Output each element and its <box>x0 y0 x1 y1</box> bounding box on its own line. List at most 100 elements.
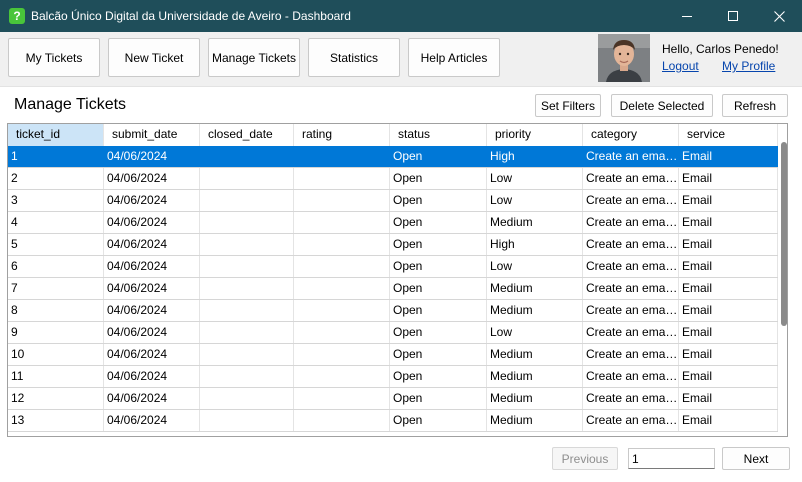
cell-service[interactable]: Email <box>679 278 778 299</box>
cell-status[interactable]: Open <box>390 234 487 255</box>
table-row[interactable]: 10 04/06/2024 Open Medium Create an email ..… <box>8 344 778 366</box>
cell-service[interactable]: Email <box>679 388 778 409</box>
next-page-button[interactable]: Next <box>722 447 790 470</box>
nav-manage-tickets-button[interactable]: Manage Tickets <box>208 38 300 77</box>
cell-category[interactable]: Create an email ... <box>583 344 679 365</box>
cell-rating[interactable] <box>294 300 390 321</box>
cell-category[interactable]: Create an email ... <box>583 300 679 321</box>
cell-ticket-id[interactable]: 9 <box>8 322 104 343</box>
cell-service[interactable]: Email <box>679 190 778 211</box>
cell-submit-date[interactable]: 04/06/2024 <box>104 190 200 211</box>
table-row[interactable]: 13 04/06/2024 Open Medium Create an email ..… <box>8 410 778 432</box>
cell-category[interactable]: Create an email ... <box>583 366 679 387</box>
cell-category[interactable]: Create an email ... <box>583 322 679 343</box>
cell-closed-date[interactable] <box>200 410 294 431</box>
cell-ticket-id[interactable]: 8 <box>8 300 104 321</box>
cell-closed-date[interactable] <box>200 234 294 255</box>
delete-selected-button[interactable]: Delete Selected <box>611 94 713 117</box>
cell-priority[interactable]: Low <box>487 168 583 189</box>
maximize-button[interactable] <box>710 0 756 32</box>
column-header-status[interactable]: status <box>390 124 487 146</box>
cell-category[interactable]: Create an email ... <box>583 190 679 211</box>
cell-ticket-id[interactable]: 1 <box>8 146 104 167</box>
cell-rating[interactable] <box>294 190 390 211</box>
tickets-table[interactable]: ticket_id submit_date closed_date rating… <box>7 123 788 437</box>
cell-closed-date[interactable] <box>200 212 294 233</box>
previous-page-button[interactable]: Previous <box>552 447 618 470</box>
cell-submit-date[interactable]: 04/06/2024 <box>104 234 200 255</box>
cell-service[interactable]: Email <box>679 366 778 387</box>
cell-priority[interactable]: Low <box>487 322 583 343</box>
cell-closed-date[interactable] <box>200 322 294 343</box>
cell-status[interactable]: Open <box>390 300 487 321</box>
cell-rating[interactable] <box>294 344 390 365</box>
cell-priority[interactable]: Medium <box>487 366 583 387</box>
cell-status[interactable]: Open <box>390 344 487 365</box>
cell-closed-date[interactable] <box>200 344 294 365</box>
cell-ticket-id[interactable]: 12 <box>8 388 104 409</box>
cell-submit-date[interactable]: 04/06/2024 <box>104 168 200 189</box>
column-header-closed-date[interactable]: closed_date <box>200 124 294 146</box>
cell-priority[interactable]: Low <box>487 256 583 277</box>
cell-priority[interactable]: Low <box>487 190 583 211</box>
nav-statistics-button[interactable]: Statistics <box>308 38 400 77</box>
cell-category[interactable]: Create an email ... <box>583 146 679 167</box>
my-profile-link[interactable]: My Profile <box>722 59 775 73</box>
minimize-button[interactable] <box>664 0 710 32</box>
cell-status[interactable]: Open <box>390 146 487 167</box>
cell-status[interactable]: Open <box>390 256 487 277</box>
cell-rating[interactable] <box>294 278 390 299</box>
cell-ticket-id[interactable]: 5 <box>8 234 104 255</box>
table-row[interactable]: 5 04/06/2024 Open High Create an email ... Em… <box>8 234 778 256</box>
cell-priority[interactable]: Medium <box>487 300 583 321</box>
cell-status[interactable]: Open <box>390 168 487 189</box>
cell-category[interactable]: Create an email ... <box>583 234 679 255</box>
table-row[interactable]: 12 04/06/2024 Open Medium Create an email ..… <box>8 388 778 410</box>
cell-category[interactable]: Create an email ... <box>583 212 679 233</box>
close-button[interactable] <box>756 0 802 32</box>
cell-service[interactable]: Email <box>679 322 778 343</box>
cell-closed-date[interactable] <box>200 278 294 299</box>
column-header-rating[interactable]: rating <box>294 124 390 146</box>
table-row[interactable]: 7 04/06/2024 Open Medium Create an email ...… <box>8 278 778 300</box>
cell-closed-date[interactable] <box>200 190 294 211</box>
cell-submit-date[interactable]: 04/06/2024 <box>104 146 200 167</box>
cell-status[interactable]: Open <box>390 322 487 343</box>
nav-help-articles-button[interactable]: Help Articles <box>408 38 500 77</box>
cell-submit-date[interactable]: 04/06/2024 <box>104 278 200 299</box>
cell-closed-date[interactable] <box>200 256 294 277</box>
cell-rating[interactable] <box>294 410 390 431</box>
cell-ticket-id[interactable]: 6 <box>8 256 104 277</box>
cell-priority[interactable]: Medium <box>487 278 583 299</box>
cell-service[interactable]: Email <box>679 212 778 233</box>
table-row[interactable]: 4 04/06/2024 Open Medium Create an email ...… <box>8 212 778 234</box>
column-header-category[interactable]: category <box>583 124 679 146</box>
cell-rating[interactable] <box>294 146 390 167</box>
cell-service[interactable]: Email <box>679 234 778 255</box>
nav-new-ticket-button[interactable]: New Ticket <box>108 38 200 77</box>
cell-ticket-id[interactable]: 7 <box>8 278 104 299</box>
cell-submit-date[interactable]: 04/06/2024 <box>104 388 200 409</box>
table-row[interactable]: 6 04/06/2024 Open Low Create an email ... Ema… <box>8 256 778 278</box>
logout-link[interactable]: Logout <box>662 59 699 73</box>
set-filters-button[interactable]: Set Filters <box>535 94 601 117</box>
cell-service[interactable]: Email <box>679 168 778 189</box>
cell-submit-date[interactable]: 04/06/2024 <box>104 366 200 387</box>
cell-submit-date[interactable]: 04/06/2024 <box>104 300 200 321</box>
table-row[interactable]: 2 04/06/2024 Open Low Create an email ... Ema… <box>8 168 778 190</box>
nav-my-tickets-button[interactable]: My Tickets <box>8 38 100 77</box>
cell-ticket-id[interactable]: 13 <box>8 410 104 431</box>
cell-status[interactable]: Open <box>390 410 487 431</box>
cell-status[interactable]: Open <box>390 388 487 409</box>
cell-category[interactable]: Create an email ... <box>583 256 679 277</box>
cell-closed-date[interactable] <box>200 366 294 387</box>
cell-rating[interactable] <box>294 388 390 409</box>
cell-ticket-id[interactable]: 10 <box>8 344 104 365</box>
cell-submit-date[interactable]: 04/06/2024 <box>104 256 200 277</box>
cell-priority[interactable]: High <box>487 234 583 255</box>
cell-submit-date[interactable]: 04/06/2024 <box>104 212 200 233</box>
cell-closed-date[interactable] <box>200 168 294 189</box>
table-row[interactable]: 11 04/06/2024 Open Medium Create an email ..… <box>8 366 778 388</box>
cell-category[interactable]: Create an email ... <box>583 168 679 189</box>
cell-closed-date[interactable] <box>200 146 294 167</box>
